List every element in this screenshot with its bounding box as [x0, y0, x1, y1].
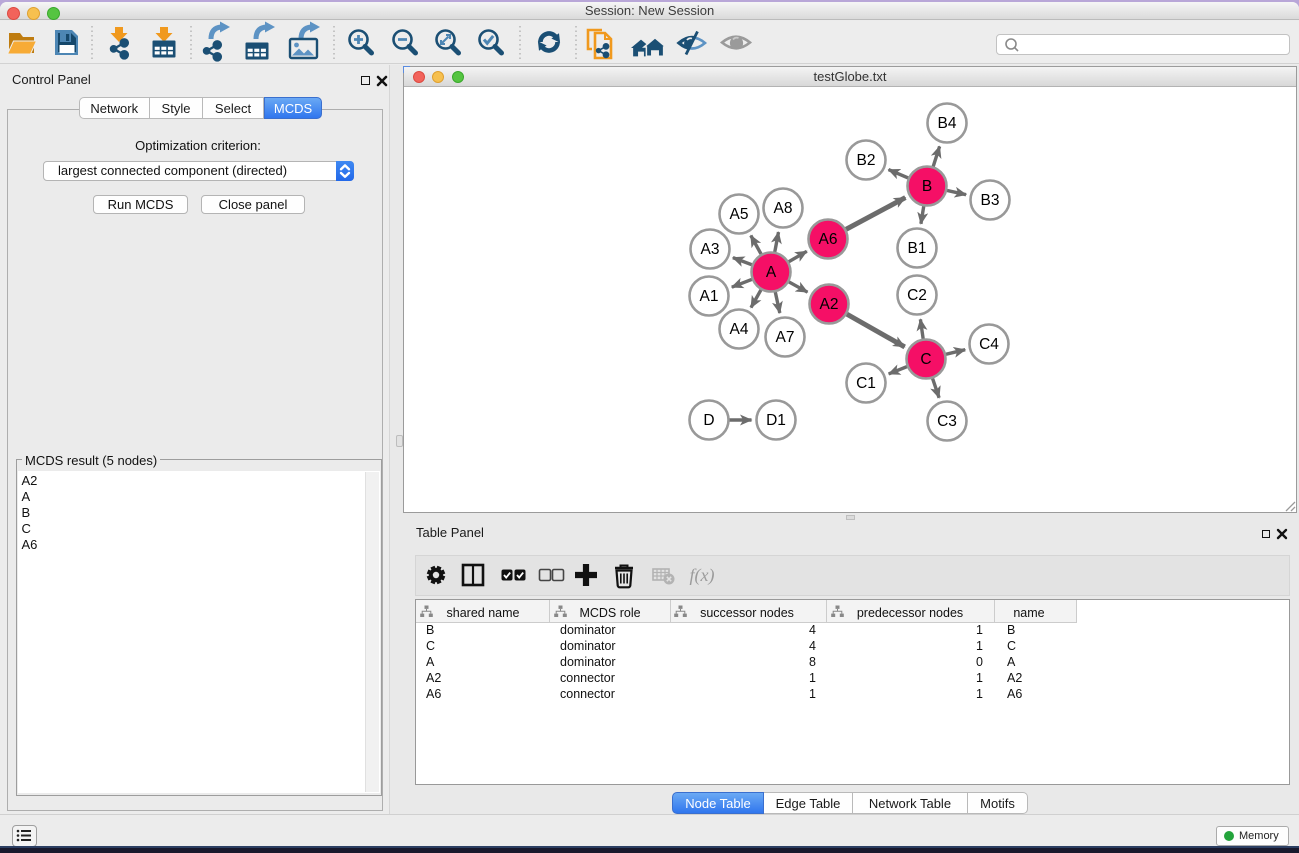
svg-text:A2: A2 [820, 296, 839, 313]
svg-text:B4: B4 [938, 115, 957, 132]
svg-text:B3: B3 [981, 192, 1000, 209]
svg-text:B2: B2 [857, 152, 876, 169]
svg-text:A6: A6 [819, 231, 838, 248]
svg-text:A8: A8 [774, 200, 793, 217]
svg-text:A: A [766, 264, 777, 281]
svg-text:f(x): f(x) [690, 565, 715, 586]
svg-text:B1: B1 [908, 240, 927, 257]
svg-text:A3: A3 [701, 241, 720, 258]
svg-text:A1: A1 [700, 288, 719, 305]
svg-text:A5: A5 [730, 206, 749, 223]
svg-text:C2: C2 [907, 287, 927, 304]
svg-text:C4: C4 [979, 336, 999, 353]
svg-text:A4: A4 [730, 321, 749, 338]
svg-text:C3: C3 [937, 413, 957, 430]
svg-text:D: D [703, 412, 714, 429]
svg-text:C: C [920, 351, 931, 368]
svg-text:D1: D1 [766, 412, 786, 429]
svg-text:A7: A7 [776, 329, 795, 346]
svg-text:B: B [922, 178, 932, 195]
svg-text:C1: C1 [856, 375, 876, 392]
